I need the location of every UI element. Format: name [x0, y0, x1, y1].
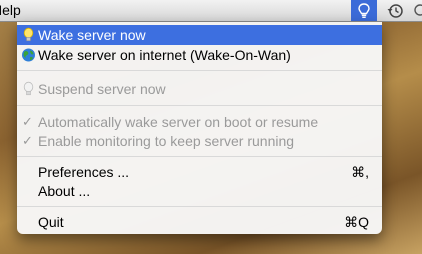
checkmark-icon: ✓ [22, 114, 33, 129]
time-machine-icon [387, 4, 403, 18]
menu-item-enable-monitoring[interactable]: ✓ Enable monitoring to keep server runni… [17, 131, 382, 151]
lightbulb-off-icon [23, 81, 34, 96]
menu-item-label: Wake server now [38, 27, 146, 43]
menu-item-preferences[interactable]: Preferences ... ⌘, [17, 162, 382, 182]
status-dropdown-menu: Wake server now Wake server on internet … [17, 22, 382, 234]
shortcut-label: ⌘Q [344, 213, 369, 230]
globe-icon [22, 48, 35, 62]
menu-item-suspend-server[interactable]: Suspend server now [17, 79, 382, 99]
menu-item-wake-on-wan[interactable]: Wake server on internet (Wake-On-Wan) [17, 45, 382, 65]
menu-bar: Help [0, 0, 422, 22]
menu-separator [17, 206, 382, 207]
menu-item-quit[interactable]: Quit ⌘Q [17, 212, 382, 232]
help-menu[interactable]: Help [0, 2, 21, 18]
menu-separator [17, 105, 382, 106]
menu-item-wake-server-now[interactable]: Wake server now [17, 25, 382, 45]
lightbulb-icon [23, 27, 34, 42]
menu-item-label: Preferences ... [38, 164, 130, 180]
shortcut-label: ⌘, [351, 163, 369, 180]
menu-item-about[interactable]: About ... [17, 181, 382, 201]
menu-separator [17, 70, 382, 71]
menu-item-label: Suspend server now [38, 81, 166, 97]
lightbulb-icon [358, 2, 370, 18]
checkmark-icon: ✓ [22, 133, 33, 148]
status-item-time-machine[interactable] [384, 1, 406, 21]
menu-item-label: Enable monitoring to keep server running [38, 133, 295, 149]
partial-icon [414, 4, 422, 16]
menu-item-label: About ... [38, 183, 91, 199]
menu-separator [17, 156, 382, 157]
status-item-partial[interactable] [410, 1, 422, 21]
menu-item-auto-wake[interactable]: ✓ Automatically wake server on boot or r… [17, 112, 382, 132]
menu-item-label: Automatically wake server on boot or res… [38, 114, 319, 130]
menu-item-label: Wake server on internet (Wake-On-Wan) [38, 47, 291, 63]
status-item-wake-server[interactable] [351, 0, 377, 21]
menu-item-label: Quit [38, 214, 64, 230]
